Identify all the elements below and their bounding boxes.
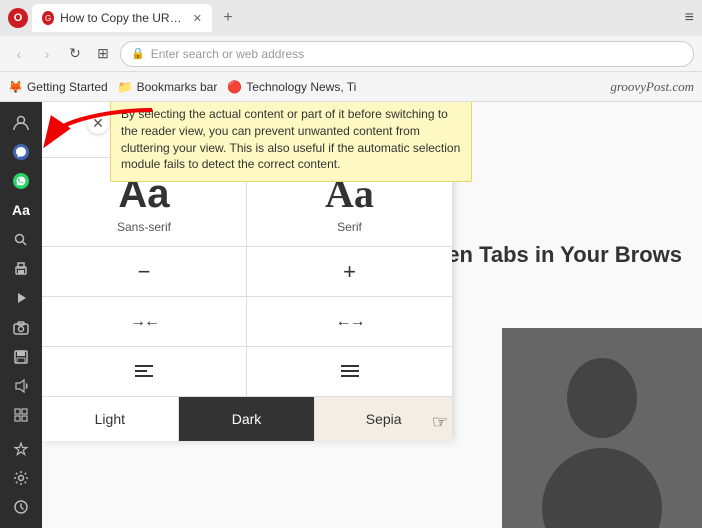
bookmark-bookmarks-bar[interactable]: 📁 Bookmarks bar: [118, 80, 218, 94]
bookmark-getting-started-label: Getting Started: [27, 80, 108, 94]
sidebar-icon-grid[interactable]: [5, 403, 37, 428]
sidebar-icon-history[interactable]: [5, 495, 37, 520]
reload-button[interactable]: ↻: [64, 43, 86, 65]
sidebar-icon-play[interactable]: [5, 286, 37, 311]
content-area: m All Open Tabs in Your Brows By selecti…: [42, 102, 702, 528]
theme-buttons: Light Dark Sepia ☞: [42, 397, 452, 441]
tooltip-text: By selecting the actual content or part …: [121, 107, 460, 171]
back-button[interactable]: ‹: [8, 43, 30, 65]
nav-bar: ‹ › ↻ ⊞ 🔒 Enter search or web address: [0, 36, 702, 72]
red-arrow: [42, 100, 162, 160]
sidebar-icon-print[interactable]: [5, 256, 37, 281]
address-bar[interactable]: 🔒 Enter search or web address: [120, 41, 694, 67]
tab-favicon: G: [42, 11, 54, 25]
bookmark-tech-icon: 🔴: [227, 80, 242, 94]
groovy-logo: groovyPost.com: [610, 79, 694, 95]
sidebar-icon-audio[interactable]: [5, 374, 37, 399]
theme-sepia-button[interactable]: Sepia ☞: [315, 397, 452, 441]
bookmark-getting-started[interactable]: 🦊 Getting Started: [8, 80, 108, 94]
plus-icon: +: [343, 259, 356, 285]
align-justify-button[interactable]: [247, 347, 452, 397]
reader-icon: Aa: [12, 202, 30, 218]
size-controls: − +: [42, 247, 452, 297]
article-image: [502, 328, 702, 528]
active-tab[interactable]: G How to Copy the URLs Fro ✕: [32, 4, 212, 32]
theme-light-button[interactable]: Light: [42, 397, 179, 441]
sidebar-icon-camera[interactable]: [5, 315, 37, 340]
align-justify-icon: [339, 363, 361, 381]
spacing-narrow-button[interactable]: →←: [42, 297, 247, 347]
bookmark-bookmarks-bar-label: Bookmarks bar: [137, 80, 218, 94]
browser-menu-icon[interactable]: ≡: [685, 9, 694, 27]
browser-window: O G How to Copy the URLs Fro ✕ + ≡ ‹ › ↻…: [0, 0, 702, 528]
sidebar-icon-search[interactable]: [5, 227, 37, 252]
spacing-narrow-icon: →←: [130, 313, 158, 331]
cursor-icon: ☞: [432, 412, 448, 433]
sidebar-icon-whatsapp[interactable]: [5, 169, 37, 194]
sidebar-icon-settings[interactable]: [5, 465, 37, 490]
size-increase-button[interactable]: +: [247, 247, 452, 297]
theme-sepia-label: Sepia: [366, 411, 402, 427]
sidebar-icon-profile[interactable]: [5, 110, 37, 135]
spacing-wide-icon: ←→: [336, 313, 364, 331]
sidebar-icon-reader[interactable]: Aa: [5, 198, 37, 223]
address-lock-icon: 🔒: [131, 47, 145, 60]
theme-dark-button[interactable]: Dark: [179, 397, 316, 441]
sidebar: Aa: [0, 102, 42, 528]
title-bar: O G How to Copy the URLs Fro ✕ + ≡: [0, 0, 702, 36]
size-decrease-button[interactable]: −: [42, 247, 247, 297]
tab-title: How to Copy the URLs Fro: [60, 11, 185, 25]
bookmarks-bar: 🦊 Getting Started 📁 Bookmarks bar 🔴 Tech…: [0, 72, 702, 102]
sidebar-icon-save[interactable]: [5, 344, 37, 369]
font-sans-label: Sans-serif: [117, 220, 171, 234]
minus-icon: −: [138, 259, 151, 285]
address-text: Enter search or web address: [151, 47, 683, 61]
tab-close-button[interactable]: ✕: [193, 12, 202, 25]
align-left-icon: [133, 363, 155, 381]
opera-logo: O: [8, 8, 28, 28]
align-left-button[interactable]: [42, 347, 247, 397]
spacing-controls: →← ←→: [42, 297, 452, 347]
theme-light-label: Light: [95, 411, 125, 427]
spacing-wide-button[interactable]: ←→: [247, 297, 452, 347]
bookmark-folder-icon: 📁: [118, 80, 133, 94]
bookmark-technology-news[interactable]: 🔴 Technology News, Ti: [227, 80, 356, 94]
theme-dark-label: Dark: [232, 411, 262, 427]
tab-grid-button[interactable]: ⊞: [92, 43, 114, 65]
arrow-overlay: [42, 100, 162, 165]
sidebar-icon-messenger[interactable]: [5, 139, 37, 164]
bookmark-tech-label: Technology News, Ti: [246, 80, 356, 94]
font-serif-label: Serif: [337, 220, 362, 234]
sidebar-icon-favorites[interactable]: [5, 436, 37, 461]
bookmark-firefox-icon: 🦊: [8, 80, 23, 94]
new-tab-button[interactable]: +: [216, 6, 240, 30]
alignment-controls: [42, 347, 452, 397]
forward-button[interactable]: ›: [36, 43, 58, 65]
tooltip-box: By selecting the actual content or part …: [110, 102, 472, 182]
